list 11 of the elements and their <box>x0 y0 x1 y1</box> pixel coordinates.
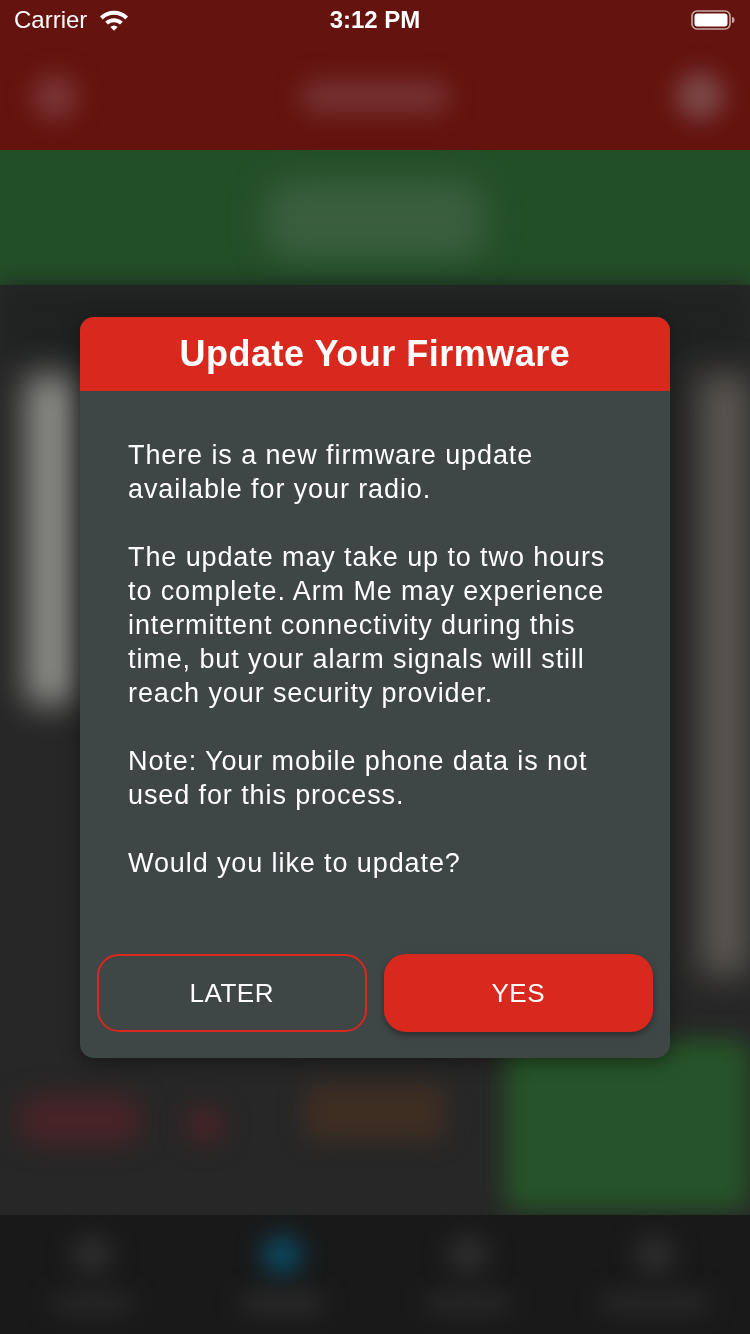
battery-icon <box>691 10 735 30</box>
dismiss-button[interactable]: LATER <box>97 954 367 1032</box>
dialog-message: The update may take up to two hours to complete. Arm Me may experience intermittent connectivity during this time, but your alarm signals will still reach your security provider. <box>128 541 607 710</box>
dialog-title: Update Your Firmware <box>179 332 571 376</box>
dialog-message: Would you like to update? <box>128 847 462 880</box>
wifi-icon <box>99 9 130 31</box>
carrier-label: Carrier <box>14 5 88 35</box>
status-time: 3:12 PM <box>329 5 421 35</box>
dialog-message: Note: Your mobile phone data is not used for this process. <box>128 745 589 812</box>
dialog-message: There is a new firmware update available for your radio. <box>128 439 535 506</box>
confirm-button[interactable]: YES <box>383 954 653 1032</box>
